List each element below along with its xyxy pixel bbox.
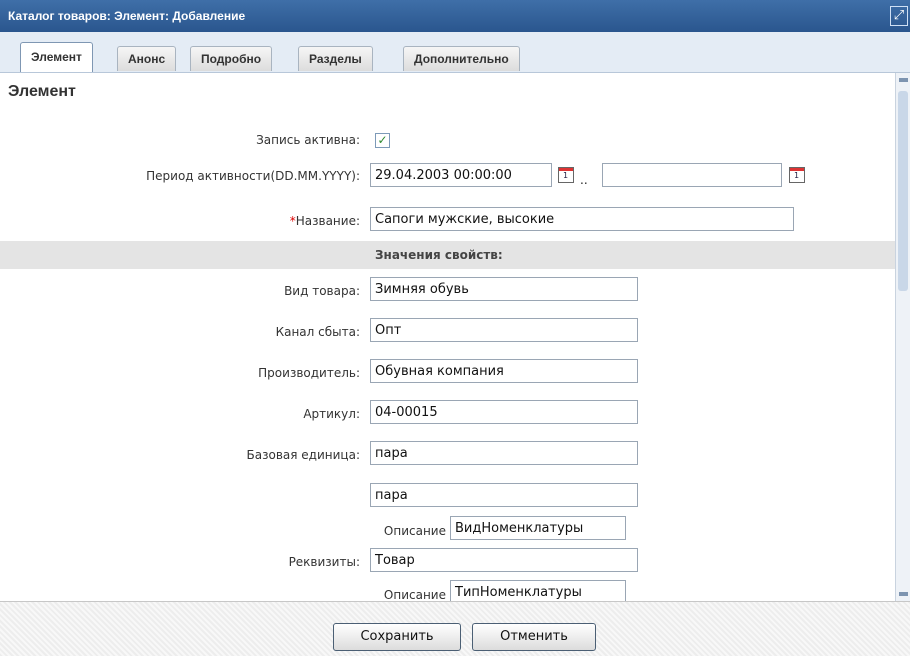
kanal-input[interactable]: Опт — [370, 318, 638, 342]
opisanie2-input[interactable]: ТипНоменклатуры — [450, 580, 626, 601]
bazov-label: Базовая единица: — [246, 448, 360, 462]
period-separator: .. — [580, 173, 588, 187]
section-title: Элемент — [8, 83, 76, 100]
save-button[interactable]: Сохранить — [333, 623, 461, 651]
form-panel: Элемент Запись активна: ✓ Период активно… — [0, 73, 895, 601]
artikul-input[interactable]: 04-00015 — [370, 400, 638, 424]
name-label-text: Название: — [295, 214, 360, 228]
kanal-label: Канал сбыта: — [275, 325, 360, 339]
tab-podrobno-label: Подробно — [201, 52, 262, 66]
window-title: Каталог товаров: Элемент: Добавление — [8, 9, 246, 23]
proizv-label: Производитель: — [258, 366, 360, 380]
scrollbar-thumb[interactable] — [898, 91, 908, 291]
props-header-text: Значения свойств: — [375, 248, 503, 262]
vid-input[interactable]: Зимняя обувь — [370, 277, 638, 301]
proizv-input[interactable]: Обувная компания — [370, 359, 638, 383]
opisanie2-label: Описание — [383, 588, 446, 601]
active-checkbox[interactable]: ✓ — [375, 133, 390, 148]
tab-razdely[interactable]: Разделы — [298, 46, 373, 71]
name-label: *Название: — [150, 214, 360, 228]
calendar-icon[interactable]: 1 — [558, 167, 574, 183]
active-label: Запись активна: — [256, 133, 360, 147]
tab-razdely-label: Разделы — [309, 52, 362, 66]
calendar-icon-number: 1 — [563, 171, 569, 180]
period-to-input[interactable] — [602, 163, 782, 187]
scroll-up-icon[interactable] — [899, 78, 908, 82]
artikul-label: Артикул: — [303, 407, 360, 421]
rekvizity-label: Реквизиты: — [288, 555, 360, 569]
opisanie-label: Описание — [383, 524, 446, 538]
calendar-icon-to[interactable]: 1 — [789, 167, 805, 183]
period-from-input[interactable]: 29.04.2003 00:00:00 — [370, 163, 552, 187]
scroll-down-icon[interactable] — [899, 592, 908, 596]
vid-label: Вид товара: — [284, 284, 360, 298]
tab-dopolnitelno[interactable]: Дополнительно — [403, 46, 520, 71]
name-input[interactable]: Сапоги мужские, высокие — [370, 207, 794, 231]
tab-element[interactable]: Элемент — [20, 42, 93, 72]
tab-podrobno[interactable]: Подробно — [190, 46, 273, 71]
vertical-scrollbar[interactable] — [895, 73, 910, 601]
window-titlebar: Каталог товаров: Элемент: Добавление ⤢ — [0, 0, 910, 32]
calendar-icon-to-number: 1 — [794, 171, 800, 180]
bazov-input-2[interactable]: пара — [370, 483, 638, 507]
window-resize-icon[interactable]: ⤢ — [890, 6, 908, 26]
tab-dopolnitelno-label: Дополнительно — [414, 52, 509, 66]
tab-anons-label: Анонс — [128, 52, 166, 66]
tab-element-label: Элемент — [31, 50, 82, 64]
bazov-input[interactable]: пара — [370, 441, 638, 465]
rekvizity-input[interactable]: Товар — [370, 548, 638, 572]
footer-bar: Сохранить Отменить — [0, 601, 910, 656]
tab-bar: Элемент Анонс Подробно Разделы Дополните… — [0, 32, 910, 73]
cancel-button[interactable]: Отменить — [472, 623, 596, 651]
tab-anons[interactable]: Анонс — [117, 46, 177, 71]
props-header: Значения свойств: — [0, 241, 895, 269]
opisanie-input[interactable]: ВидНоменклатуры — [450, 516, 626, 540]
period-label: Период активности(DD.MM.YYYY): — [146, 169, 360, 183]
